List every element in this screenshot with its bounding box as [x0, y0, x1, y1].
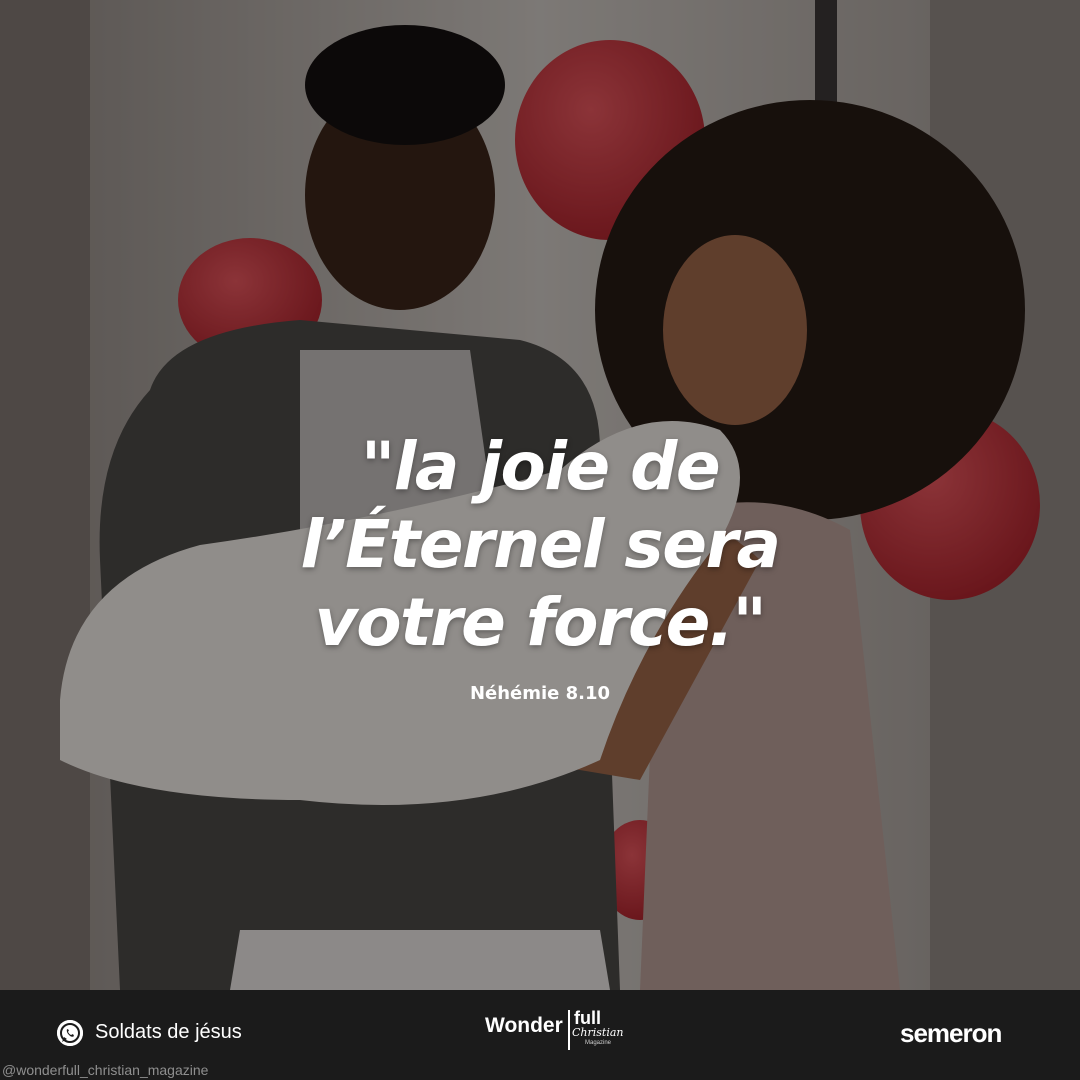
- verse-line: l’Éternel sera: [300, 506, 781, 583]
- whatsapp-icon[interactable]: [57, 1020, 83, 1046]
- watermark-handle: @wonderfull_christian_magazine: [2, 1062, 209, 1078]
- brand-logo-semeron: semeron: [900, 1018, 1002, 1048]
- magazine-logo-divider: [568, 1010, 570, 1050]
- whatsapp-group-label[interactable]: Soldats de jésus: [95, 1021, 242, 1044]
- verse-reference: Néhémie 8.10: [469, 683, 611, 704]
- verse-quote: "la joie de l’Éternel sera votre force.": [140, 428, 940, 662]
- verse-line: votre force.": [314, 584, 767, 661]
- magazine-logo-subtitle: Magazine: [585, 1040, 612, 1046]
- magazine-logo-christian: Christian: [572, 1026, 624, 1039]
- verse-line: "la joie de: [360, 428, 721, 505]
- post-canvas: "la joie de l’Éternel sera votre force."…: [0, 0, 1080, 1080]
- magazine-logo-wonder: Wonder: [485, 1014, 563, 1037]
